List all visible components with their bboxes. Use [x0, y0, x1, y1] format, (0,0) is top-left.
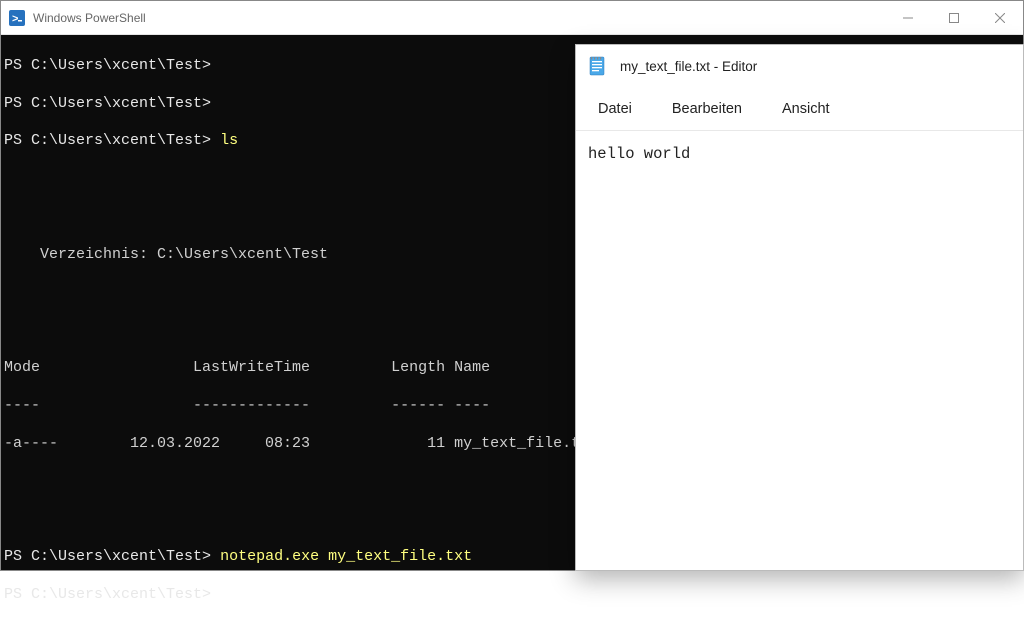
command-input: notepad.exe my_text_file.txt — [220, 548, 472, 565]
notepad-icon — [588, 56, 606, 76]
menu-file[interactable]: Datei — [588, 95, 642, 123]
menu-view[interactable]: Ansicht — [772, 95, 840, 123]
notepad-window: my_text_file.txt - Editor Datei Bearbeit… — [575, 44, 1024, 571]
close-button[interactable] — [977, 1, 1023, 35]
prompt: PS C:\Users\xcent\Test> — [4, 548, 211, 565]
maximize-button[interactable] — [931, 1, 977, 35]
powershell-titlebar[interactable]: > Windows PowerShell — [1, 1, 1023, 35]
minimize-button[interactable] — [885, 1, 931, 35]
window-controls — [885, 1, 1023, 35]
menu-edit[interactable]: Bearbeiten — [662, 95, 752, 123]
prompt: PS C:\Users\xcent\Test> — [4, 132, 211, 149]
svg-text:>: > — [12, 13, 18, 25]
notepad-titlebar[interactable]: my_text_file.txt - Editor — [576, 45, 1023, 87]
prompt: PS C:\Users\xcent\Test> — [4, 57, 211, 74]
prompt: PS C:\Users\xcent\Test> — [4, 95, 211, 112]
notepad-title: my_text_file.txt - Editor — [620, 59, 757, 74]
prompt: PS C:\Users\xcent\Test> — [4, 586, 211, 603]
powershell-icon: > — [9, 10, 25, 26]
notepad-menubar: Datei Bearbeiten Ansicht — [576, 87, 1023, 131]
powershell-title: Windows PowerShell — [33, 11, 885, 25]
notepad-text-area[interactable]: hello world — [576, 131, 1023, 570]
command-input: ls — [220, 132, 238, 149]
